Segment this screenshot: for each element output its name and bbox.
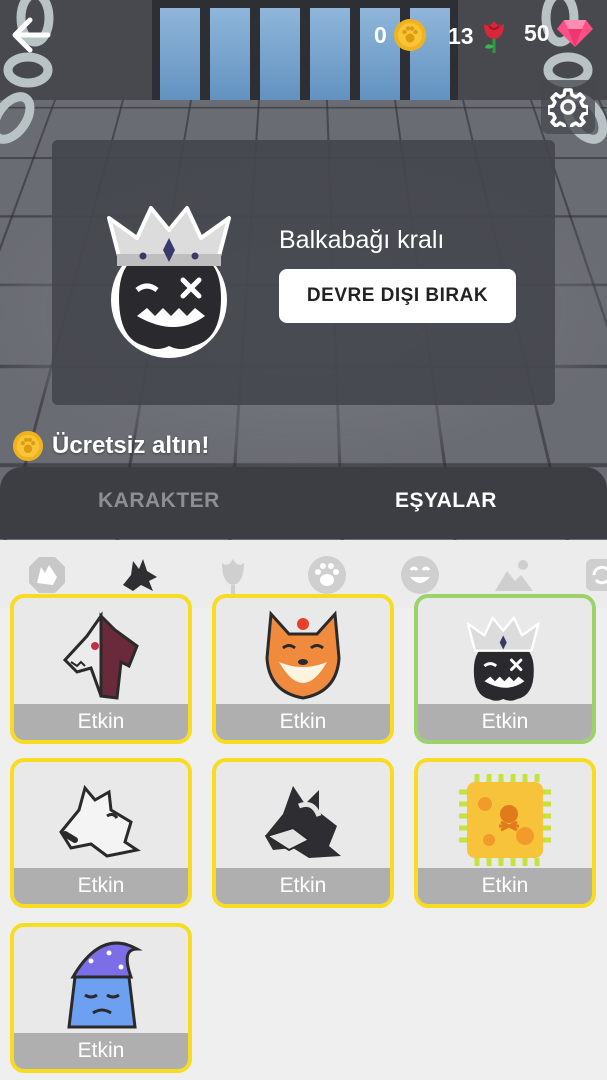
- paw-icon: [308, 556, 346, 594]
- item-status: Etkin: [418, 704, 592, 740]
- item-grid: Etkin Etkin Etkin Etkin Etkin Etkin Etki…: [0, 594, 607, 1080]
- tab-character[interactable]: KARAKTER: [98, 489, 220, 513]
- rose-icon: [483, 21, 504, 53]
- item-card[interactable]: Etkin: [10, 594, 192, 744]
- pumpkin-king-avatar-icon: [107, 206, 231, 358]
- category-paw[interactable]: [305, 553, 349, 597]
- split-wolf-avatar-icon: [62, 611, 139, 700]
- item-status: Etkin: [14, 868, 188, 904]
- smiley-icon: [401, 556, 439, 594]
- disable-button[interactable]: DEVRE DIŞI BIRAK: [279, 269, 516, 323]
- category-emoji[interactable]: [398, 553, 442, 597]
- back-arrow-icon[interactable]: [8, 12, 54, 58]
- item-preview-card: Balkabağı kralı DEVRE DIŞI BIRAK: [52, 140, 555, 405]
- tab-items[interactable]: EŞYALAR: [395, 489, 497, 513]
- item-status: Etkin: [14, 1033, 188, 1069]
- gold-coin-icon: [12, 430, 44, 462]
- free-gold-link[interactable]: Ücretsiz altın!: [12, 430, 209, 462]
- item-status: Etkin: [418, 868, 592, 904]
- refresh-icon: [586, 559, 607, 591]
- gem-count: 50: [524, 19, 550, 46]
- gem-counter[interactable]: 50: [524, 18, 594, 48]
- pumpkin-king-avatar-icon: [466, 616, 540, 701]
- gold-counter[interactable]: 0: [374, 18, 427, 52]
- horned-wolf-avatar-icon: [264, 786, 341, 858]
- category-wolf-badge[interactable]: [25, 553, 69, 597]
- gold-count: 0: [374, 21, 387, 48]
- item-card[interactable]: Etkin: [414, 758, 596, 908]
- rose-count: 13: [448, 22, 474, 49]
- gold-coin-icon: [393, 19, 426, 51]
- category-refresh[interactable]: [580, 553, 607, 597]
- item-card[interactable]: Etkin: [10, 923, 192, 1073]
- landscape-icon: [495, 560, 533, 591]
- item-card[interactable]: Etkin: [212, 594, 394, 744]
- category-wolf[interactable]: [118, 553, 162, 597]
- item-card-equipped[interactable]: Etkin: [414, 594, 596, 744]
- category-rose[interactable]: [211, 553, 255, 597]
- item-status: Etkin: [216, 704, 390, 740]
- free-gold-label: Ücretsiz altın!: [52, 432, 210, 459]
- rose-icon: [222, 559, 244, 595]
- settings-button[interactable]: [541, 80, 595, 134]
- item-card[interactable]: Etkin: [10, 758, 192, 908]
- item-status: Etkin: [14, 704, 188, 740]
- item-name: Balkabağı kralı: [279, 226, 445, 254]
- item-card[interactable]: Etkin: [212, 758, 394, 908]
- wolf-icon: [123, 559, 157, 591]
- gem-icon: [556, 20, 593, 47]
- rose-counter[interactable]: 13: [448, 18, 508, 54]
- skull-chip-avatar-icon: [459, 774, 551, 866]
- category-background[interactable]: [492, 553, 536, 597]
- tab-bar: KARAKTER EŞYALAR: [0, 467, 607, 539]
- wolf-badge-icon: [29, 557, 65, 593]
- item-status: Etkin: [216, 868, 390, 904]
- sleepy-wizard-avatar-icon: [67, 941, 143, 1029]
- white-wolf-avatar-icon: [59, 784, 141, 858]
- gear-icon: [548, 88, 588, 127]
- top-bar: 0 13 50: [0, 0, 607, 70]
- fox-avatar-icon: [265, 610, 341, 700]
